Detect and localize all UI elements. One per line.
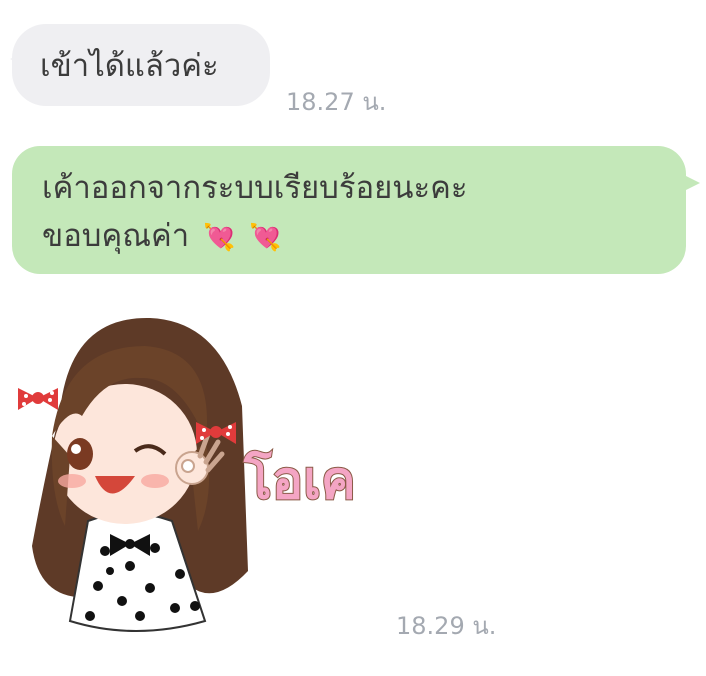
incoming-message-bubble[interactable]: เข้าได้แล้วค่ะ <box>10 24 270 106</box>
heart-arrow-icon: 💘 <box>203 223 236 253</box>
bubble-tail <box>10 52 24 66</box>
bubble-tail <box>682 174 700 192</box>
message-text: ขอบคุณค่า <box>42 218 190 254</box>
sticker-caption: โอเค <box>243 449 356 511</box>
message-text: เข้าได้แล้วค่ะ <box>40 48 219 84</box>
heart-arrow-icon: 💘 <box>249 223 282 253</box>
message-timestamp: 18.29 น. <box>396 612 497 640</box>
message-timestamp: 18.27 น. <box>286 88 387 116</box>
girl-ok-sticker-icon[interactable]: โอเค <box>10 316 390 636</box>
message-text-line: เค้าออกจากระบบเรียบร้อยนะคะ <box>42 170 468 206</box>
message-text-line: ขอบคุณค่า 💘 💘 <box>42 212 686 262</box>
outgoing-message-bubble[interactable]: เค้าออกจากระบบเรียบร้อยนะคะ ขอบคุณค่า 💘 … <box>12 146 700 274</box>
